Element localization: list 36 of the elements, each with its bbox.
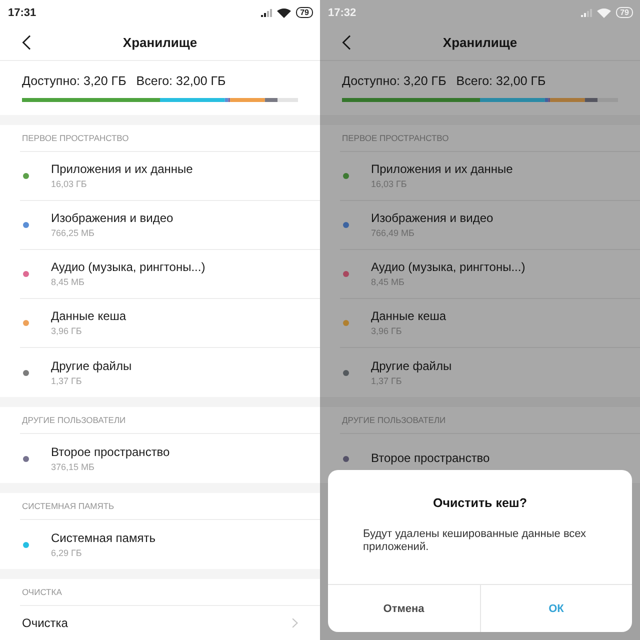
available-storage: Доступно: 3,20 ГБ (342, 74, 446, 89)
storage-category-item[interactable]: Другие файлы 1,37 ГБ (20, 348, 320, 397)
section-title: ДРУГИЕ ПОЛЬЗОВАТЕЛИ (22, 414, 126, 426)
storage-category-item[interactable]: Другие файлы 1,37 ГБ (340, 348, 640, 397)
signal-icon (581, 8, 592, 16)
section-title: СИСТЕМНАЯ ПАМЯТЬ (22, 500, 114, 512)
storage-category-item[interactable]: Второе пространство 376,15 МБ (20, 434, 320, 483)
dialog-title: Очистить кеш? (432, 495, 528, 511)
screen-title: Хранилище (122, 35, 198, 50)
storage-category-item[interactable]: Приложения и их данные 16,03 ГБ (340, 152, 640, 201)
screen-title: Хранилище (442, 35, 518, 50)
status-time: 17:32 (328, 6, 356, 18)
section-title: ДРУГИЕ ПОЛЬЗОВАТЕЛИ (342, 414, 446, 426)
dialog-message: Будут удалены кешированные данные всех приложений. (362, 528, 588, 554)
section-title: ОЧИСТКА (22, 586, 62, 598)
chevron-right-icon (292, 618, 298, 628)
section-title: ПЕРВОЕ ПРОСТРАНСТВО (342, 132, 449, 144)
signal-icon (261, 8, 272, 16)
total-storage: Всего: 32,00 ГБ (136, 74, 226, 89)
status-time: 17:31 (8, 6, 36, 18)
available-storage: Доступно: 3,20 ГБ (22, 74, 126, 89)
menu-item[interactable]: Очистка (22, 616, 68, 630)
storage-category-item[interactable]: Аудио (музыка, рингтоны...) 8,45 МБ (340, 250, 640, 299)
storage-category-item[interactable]: Системная память 6,29 ГБ (20, 520, 320, 569)
cancel-button[interactable]: Отмена (328, 585, 480, 632)
storage-category-item[interactable]: Второе пространство (340, 434, 640, 483)
total-storage: Всего: 32,00 ГБ (456, 74, 546, 89)
wifi-icon (597, 8, 612, 18)
battery-indicator: 79 (296, 7, 313, 18)
storage-category-item[interactable]: Изображения и видео 766,49 МБ (340, 201, 640, 250)
wifi-icon (277, 8, 292, 18)
back-icon[interactable] (22, 35, 31, 50)
back-icon[interactable] (342, 35, 351, 50)
storage-category-item[interactable]: Данные кеша 3,96 ГБ (340, 299, 640, 348)
battery-indicator: 79 (616, 7, 633, 18)
section-title: ПЕРВОЕ ПРОСТРАНСТВО (22, 132, 129, 144)
